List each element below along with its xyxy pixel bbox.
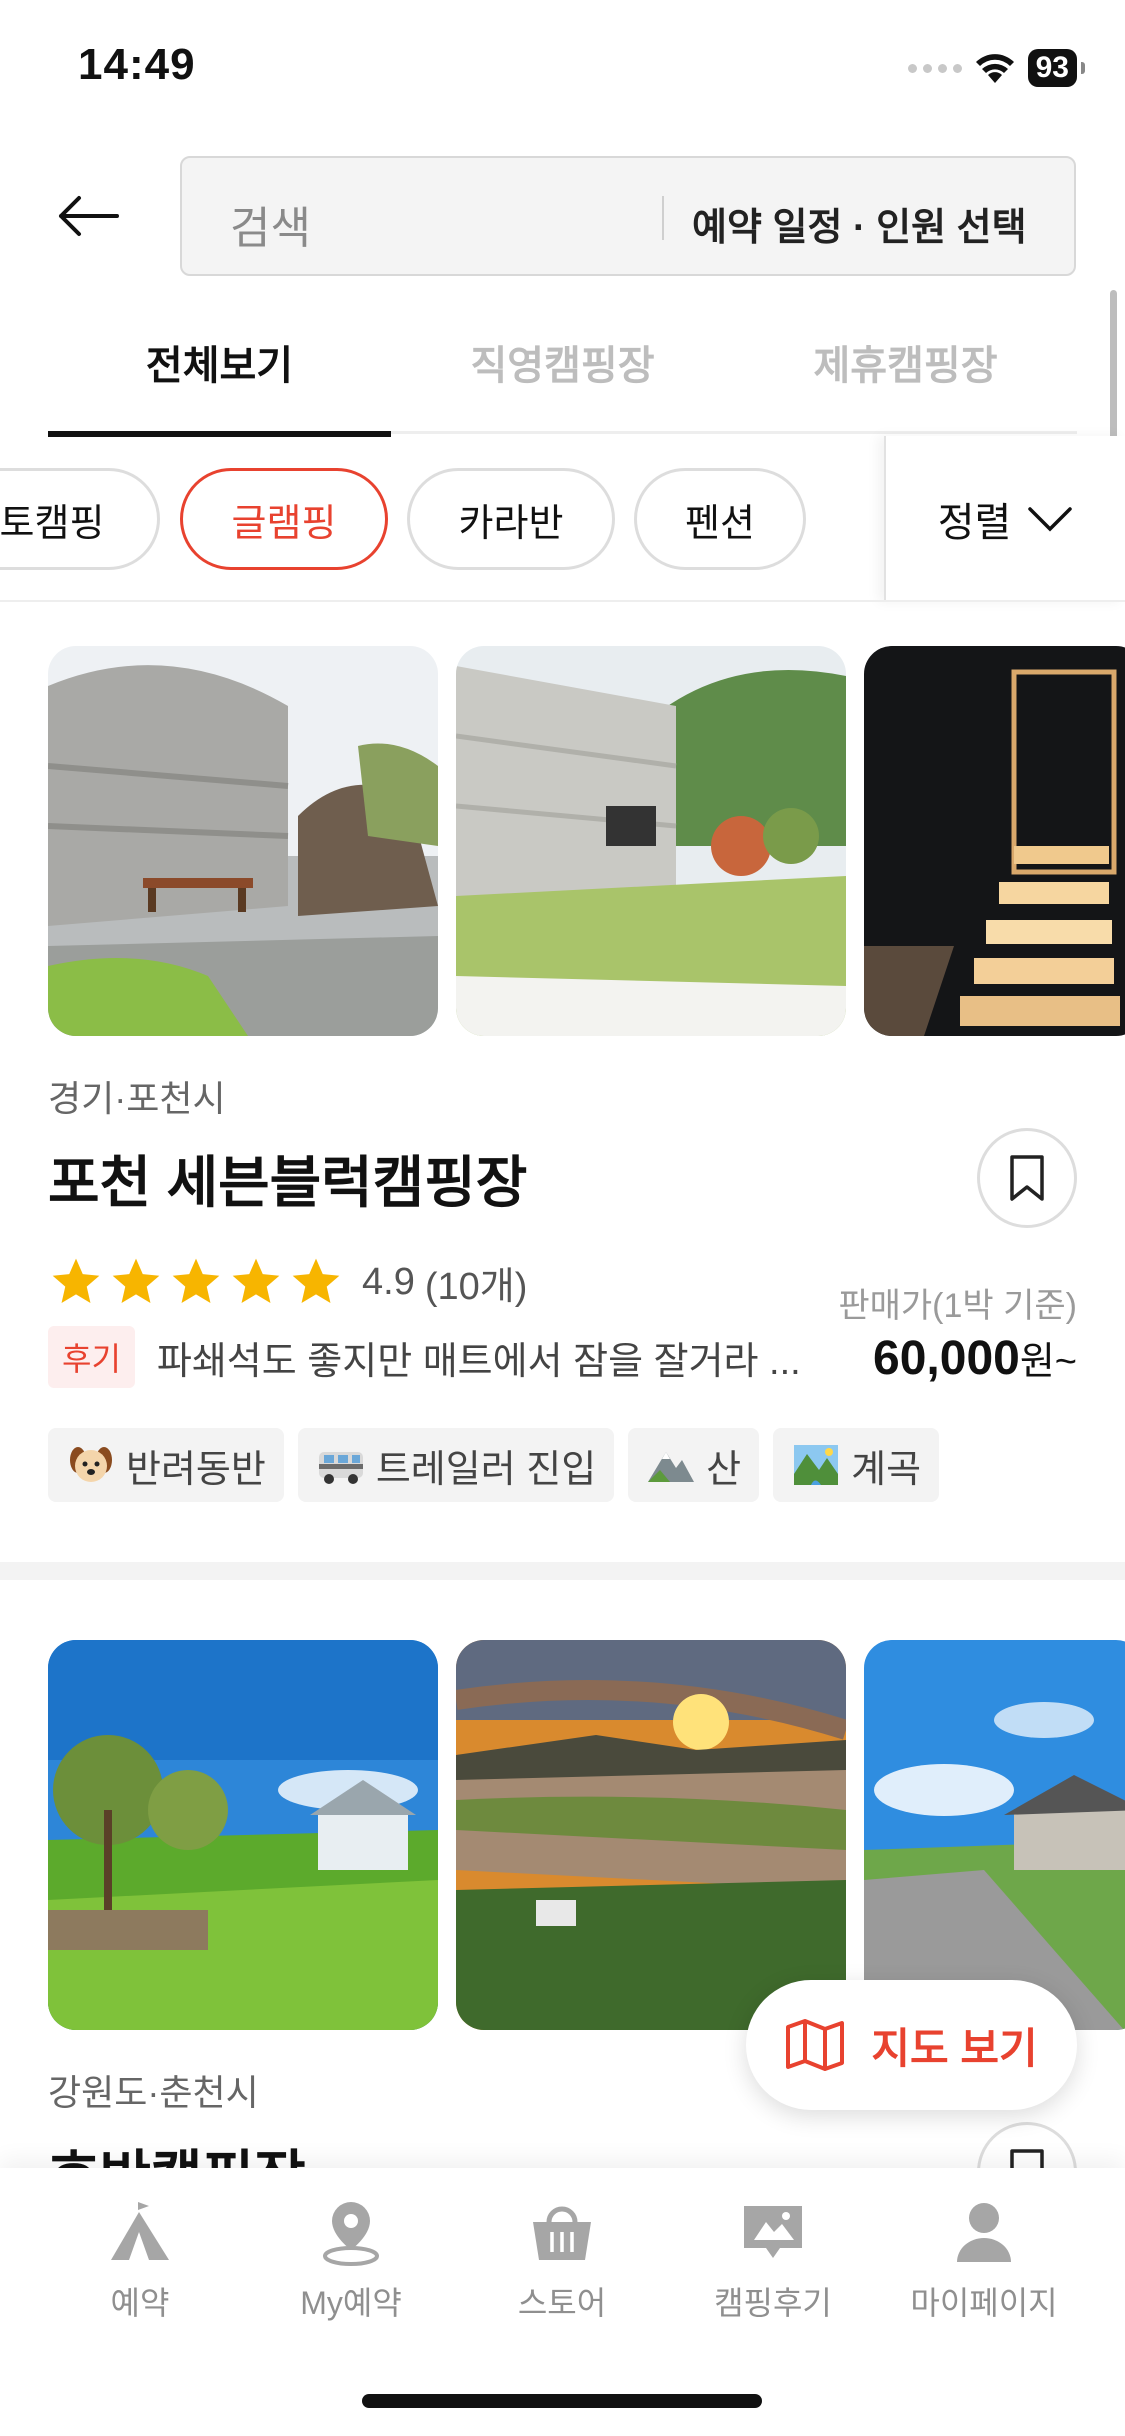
- nav-store[interactable]: 스토어: [462, 2198, 662, 2348]
- price-value: 60,000: [873, 1332, 1020, 1385]
- bookmark-button[interactable]: [977, 2122, 1077, 2168]
- bookmark-icon: [1010, 2149, 1044, 2168]
- mountain-icon: [648, 1452, 695, 1482]
- search-input[interactable]: 검색: [230, 192, 311, 256]
- tag-label: 반려동반: [126, 1448, 266, 1491]
- star-icon: [172, 1258, 220, 1303]
- chip-glamping[interactable]: 글램핑: [180, 468, 388, 570]
- nav-camping-reviews[interactable]: 캠핑후기: [673, 2198, 873, 2348]
- campsite-photo[interactable]: [864, 646, 1125, 1036]
- campsite-photo[interactable]: [48, 646, 438, 1036]
- tab-partner-campsites[interactable]: 제휴캠핑장: [734, 290, 1077, 434]
- trailer-icon: [318, 1452, 363, 1484]
- filter-chips: 토캠핑 글램핑 카라반 펜션: [0, 460, 885, 576]
- status-time: 14:49: [78, 40, 196, 89]
- star-icon: [52, 1258, 100, 1303]
- map-view-label: 지도 보기: [871, 2024, 1038, 2072]
- price: 60,000원~: [873, 1330, 1077, 1386]
- rating-score: 4.9: [362, 1260, 415, 1303]
- header: 검색 예약 일정 · 인원 선택: [0, 150, 1125, 280]
- campsite-photo[interactable]: [48, 1640, 438, 2030]
- status-bar: 14:49 93: [0, 0, 1125, 140]
- star-icon: [292, 1258, 340, 1303]
- person-icon: [957, 2203, 1011, 2262]
- review-snippet: 파쇄석도 좋지만 매트에서 잠을 잘거라 ...: [156, 1340, 801, 1383]
- campsite-region: 경기·포천시: [48, 1078, 226, 1119]
- nav-reservation[interactable]: 예약: [40, 2198, 240, 2348]
- price-label: 판매가(1박 기준): [838, 1287, 1077, 1325]
- review-image-icon: [744, 2206, 802, 2258]
- tent-icon: [111, 2202, 169, 2260]
- amenity-tags: 반려동반 트레일러 진입 산 계곡: [48, 1428, 940, 1502]
- tag-label: 트레일러 진입: [375, 1448, 597, 1491]
- rating: 4.9 (10개): [48, 1254, 527, 1310]
- location-pin-icon: [323, 2202, 379, 2266]
- sort-button[interactable]: 정렬: [884, 436, 1125, 602]
- campsite-photo[interactable]: [456, 646, 846, 1036]
- nav-label: My예약: [300, 2285, 402, 2321]
- status-indicators: 93: [907, 48, 1086, 88]
- review-preview[interactable]: 후기 파쇄석도 좋지만 매트에서 잠을 잘거라 ...: [48, 1326, 827, 1388]
- tab-all[interactable]: 전체보기: [48, 290, 391, 437]
- tag-pet-friendly: 반려동반: [48, 1428, 284, 1502]
- category-tabs: 전체보기 직영캠핑장 제휴캠핑장: [48, 290, 1077, 437]
- arrow-left-icon: [59, 196, 119, 236]
- bookmark-icon: [1010, 1155, 1044, 1201]
- nav-my-reservation[interactable]: My예약: [251, 2198, 451, 2348]
- search-divider: [662, 196, 664, 240]
- price-unit: 원~: [1019, 1341, 1077, 1383]
- nav-label: 스토어: [517, 2285, 607, 2321]
- chip-caravan[interactable]: 카라반: [407, 468, 615, 570]
- bookmark-button[interactable]: [977, 1128, 1077, 1228]
- valley-icon: [794, 1445, 839, 1485]
- home-indicator: [362, 2394, 762, 2408]
- battery-indicator: 93: [1027, 49, 1086, 87]
- nav-label: 캠핑후기: [714, 2285, 832, 2321]
- chevron-down-icon: [1028, 507, 1073, 532]
- campsite-name[interactable]: 포천 세븐블럭캠핑장: [48, 1138, 527, 1219]
- star-icon: [112, 1258, 160, 1303]
- dog-icon: [70, 1447, 112, 1482]
- basket-icon: [533, 2206, 591, 2260]
- campsite-card[interactable]: 경기·포천시 포천 세븐블럭캠핑장 4.9 (10개) 판매가(1박 기준) 후…: [0, 646, 1125, 1546]
- section-divider: [0, 1562, 1125, 1580]
- review-count: (10개): [424, 1265, 528, 1308]
- divider: [0, 600, 1125, 602]
- tag-label: 계곡: [851, 1448, 922, 1491]
- campsite-photo[interactable]: [864, 1640, 1125, 2030]
- wifi-icon: [975, 54, 1014, 83]
- campsite-region: 강원도·춘천시: [48, 2072, 259, 2113]
- chip-auto-camping[interactable]: 토캠핑: [0, 468, 160, 570]
- campsite-photo[interactable]: [456, 1640, 846, 2030]
- map-icon: [786, 2019, 845, 2071]
- search-bar[interactable]: 검색 예약 일정 · 인원 선택: [180, 156, 1076, 276]
- nav-my-page[interactable]: 마이페이지: [884, 2198, 1084, 2348]
- sort-label: 정렬: [937, 501, 1012, 545]
- tag-label: 산: [706, 1448, 742, 1491]
- star-icon: [232, 1258, 280, 1303]
- tag-mountain: 산: [628, 1428, 760, 1502]
- date-people-selector[interactable]: 예약 일정 · 인원 선택: [692, 196, 1027, 251]
- nav-label: 예약: [110, 2285, 170, 2321]
- tab-direct-campsites[interactable]: 직영캠핑장: [391, 290, 734, 434]
- cellular-signal-icon: [907, 63, 962, 73]
- review-badge: 후기: [48, 1326, 135, 1388]
- tag-valley: 계곡: [773, 1428, 940, 1502]
- back-button[interactable]: [52, 180, 124, 252]
- map-view-button[interactable]: 지도 보기: [746, 1980, 1077, 2110]
- nav-label: 마이페이지: [910, 2285, 1058, 2321]
- chip-pension[interactable]: 펜션: [634, 468, 806, 570]
- tag-trailer-access: 트레일러 진입: [297, 1428, 615, 1502]
- campsite-name[interactable]: 호반캠핑장: [48, 2132, 306, 2168]
